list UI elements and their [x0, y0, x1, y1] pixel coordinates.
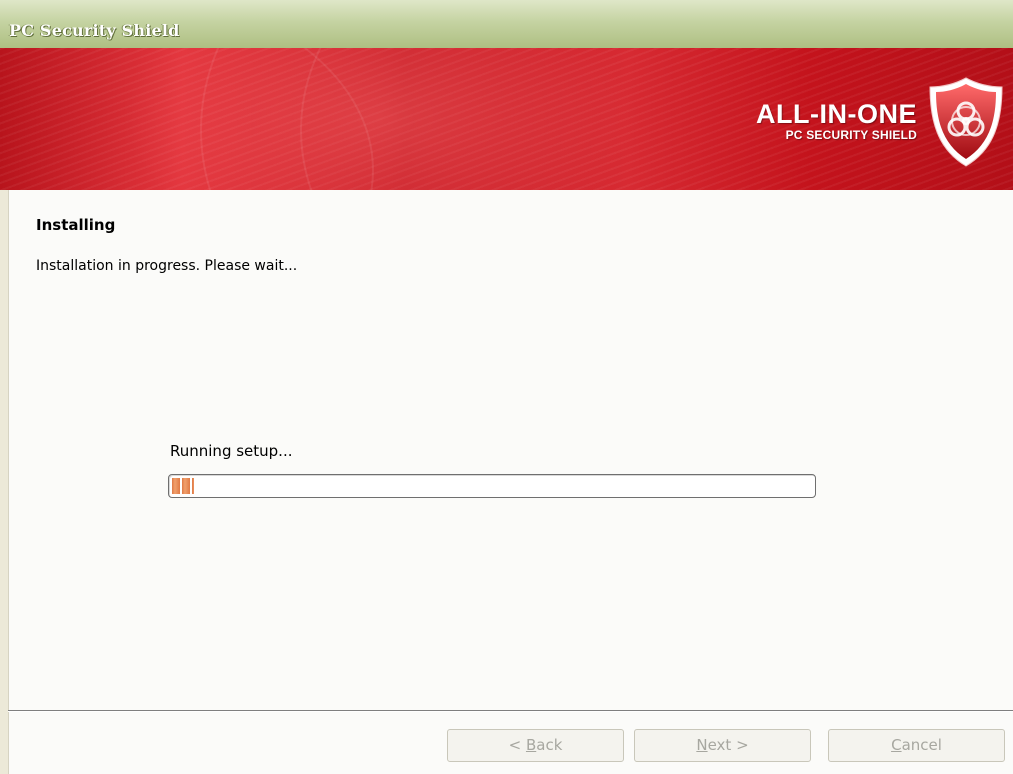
- brand-main-text: ALL-IN-ONE: [756, 99, 917, 129]
- installer-window: PC Security Shield ALL-IN-ONE PC SECURIT…: [0, 0, 1013, 774]
- cancel-button-mnemonic: C: [891, 736, 902, 754]
- back-button[interactable]: < Back: [447, 729, 624, 762]
- page-heading: Installing: [36, 216, 116, 234]
- biohazard-shield-icon: [929, 77, 1003, 167]
- header-banner: ALL-IN-ONE PC SECURITY SHIELD: [0, 48, 1013, 190]
- window-title: PC Security Shield: [9, 21, 180, 40]
- next-button-mnemonic: N: [696, 736, 708, 754]
- banner-arc: [0, 48, 374, 190]
- cancel-button-label: ancel: [901, 736, 942, 754]
- footer-separator: [8, 710, 1013, 712]
- title-bar[interactable]: PC Security Shield: [0, 0, 1013, 49]
- progress-bar-fill: [172, 478, 194, 494]
- back-button-label: ack: [536, 736, 563, 754]
- progress-bar: [168, 474, 816, 498]
- cancel-button[interactable]: Cancel: [828, 729, 1005, 762]
- page-subheading: Installation in progress. Please wait...: [36, 258, 298, 274]
- brand-logo-text: ALL-IN-ONE PC SECURITY SHIELD: [756, 100, 917, 142]
- back-button-prefix: <: [508, 736, 526, 754]
- window-left-border: [0, 190, 9, 774]
- back-button-mnemonic: B: [525, 736, 537, 754]
- brand-sub-text: PC SECURITY SHIELD: [785, 128, 917, 142]
- next-button-label: ext >: [707, 736, 749, 754]
- status-text: Running setup...: [170, 442, 293, 460]
- next-button[interactable]: Next >: [634, 729, 811, 762]
